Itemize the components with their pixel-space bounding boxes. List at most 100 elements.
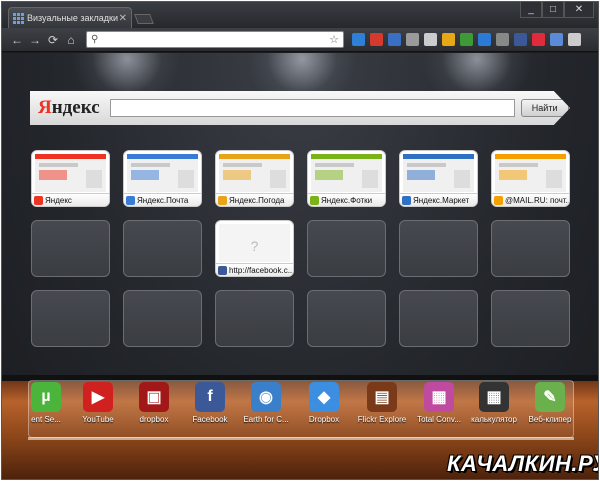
bookmark-tile[interactable]: Яндекс.Погода bbox=[215, 150, 294, 207]
bookmark-caption: Яндекс.Маркет bbox=[400, 193, 477, 206]
bookmark-caption: Яндекс.Погода bbox=[216, 193, 293, 206]
visual-bookmarks-page: Яндекс Найти Яндекс Яндекс.Почта Яндекс.По… bbox=[2, 53, 598, 479]
extension-4-icon[interactable] bbox=[406, 33, 419, 46]
bookmark-tile[interactable]: @MAIL.RU: почт... bbox=[491, 150, 570, 207]
calculator-icon: ▦ bbox=[479, 382, 509, 412]
extension-12-icon[interactable] bbox=[550, 33, 563, 46]
tab-visual-bookmarks[interactable]: Визуальные закладки ✕ bbox=[8, 7, 132, 28]
extension-11-icon[interactable] bbox=[532, 33, 545, 46]
yandex-logo: Яндекс bbox=[38, 97, 100, 118]
dock-app-label: YouTube bbox=[82, 415, 114, 424]
dock-app[interactable]: ▦ калькулятор bbox=[468, 382, 520, 424]
forward-button[interactable]: → bbox=[26, 33, 44, 47]
utorrent-icon: µ bbox=[31, 382, 61, 412]
yandex-search-input[interactable] bbox=[109, 99, 515, 117]
empty-bookmark-slot[interactable] bbox=[215, 290, 294, 347]
toolbar: ← → ⟳ ⌂ ⚲ ☆ bbox=[2, 28, 598, 52]
bookmark-thumbnail bbox=[311, 154, 382, 192]
empty-bookmark-slot[interactable] bbox=[31, 290, 110, 347]
evernote-icon: ✎ bbox=[535, 382, 565, 412]
bookmark-label: http://facebook.c... bbox=[229, 265, 293, 275]
watermark: КАЧАЛКИН.РУ bbox=[447, 451, 599, 476]
bookmark-thumbnail bbox=[219, 154, 290, 192]
minimize-button[interactable]: _ bbox=[520, 2, 542, 18]
browser-window: Визуальные закладки ✕ _ □ ✕ ← → ⟳ ⌂ ⚲ ☆ … bbox=[1, 1, 599, 480]
empty-bookmark-slot[interactable] bbox=[399, 220, 478, 277]
site-favicon-icon bbox=[494, 195, 503, 205]
extension-8-icon[interactable] bbox=[478, 33, 491, 46]
bookmark-tile[interactable]: ? http://facebook.c... bbox=[215, 220, 294, 277]
address-bar[interactable]: ⚲ ☆ bbox=[86, 31, 344, 48]
extension-3-icon[interactable] bbox=[388, 33, 401, 46]
bookmark-caption: Яндекс.Фотки bbox=[308, 193, 385, 206]
dock-app[interactable]: ◉ Earth for C... bbox=[240, 382, 292, 424]
home-button[interactable]: ⌂ bbox=[62, 33, 80, 47]
dock-app[interactable]: µ ent Se... bbox=[20, 382, 72, 424]
close-window-button[interactable]: ✕ bbox=[564, 2, 594, 18]
dock-app[interactable]: ▶ YouTube bbox=[72, 382, 124, 424]
dock-app-label: калькулятор bbox=[471, 415, 517, 424]
tab-title: Визуальные закладки bbox=[27, 13, 118, 23]
dock-app-label: Total Conv... bbox=[417, 415, 461, 424]
bookmark-star-icon[interactable]: ☆ bbox=[329, 33, 339, 46]
empty-bookmark-slot[interactable] bbox=[491, 290, 570, 347]
empty-bookmark-slot[interactable] bbox=[307, 220, 386, 277]
bookmark-caption: Яндекс bbox=[32, 193, 109, 206]
extension-5-icon[interactable] bbox=[424, 33, 437, 46]
bookmark-caption: http://facebook.c... bbox=[216, 263, 293, 276]
reload-button[interactable]: ⟳ bbox=[44, 33, 62, 47]
bookmark-thumbnail bbox=[35, 154, 106, 192]
dropbox-icon: ◆ bbox=[309, 382, 339, 412]
bookmark-thumbnail bbox=[495, 154, 566, 192]
empty-bookmark-slot[interactable] bbox=[307, 290, 386, 347]
dock-app[interactable]: ▣ dropbox bbox=[128, 382, 180, 424]
question-mark-icon: ? bbox=[250, 238, 259, 254]
bookmark-tile[interactable]: Яндекс.Почта bbox=[123, 150, 202, 207]
bookmark-tile[interactable]: Яндекс.Фотки bbox=[307, 150, 386, 207]
dock-app-label: Flickr Explore bbox=[357, 415, 407, 424]
dock-app-label: Dropbox bbox=[308, 415, 340, 424]
empty-bookmark-slot[interactable] bbox=[123, 220, 202, 277]
tab-close-icon[interactable]: ✕ bbox=[119, 13, 127, 24]
dock-app[interactable]: ✎ Веб-клипер bbox=[524, 382, 576, 424]
dock-app-label: dropbox bbox=[139, 415, 169, 424]
extension-7-icon[interactable] bbox=[460, 33, 473, 46]
address-input[interactable] bbox=[98, 34, 330, 45]
empty-bookmark-slot[interactable] bbox=[399, 290, 478, 347]
empty-bookmark-slot[interactable] bbox=[123, 290, 202, 347]
site-favicon-icon bbox=[310, 195, 319, 205]
extension-1-icon[interactable] bbox=[352, 33, 365, 46]
bookmark-tile[interactable]: Яндекс.Маркет bbox=[399, 150, 478, 207]
dock-app-label: ent Se... bbox=[31, 415, 61, 424]
extension-10-icon[interactable] bbox=[514, 33, 527, 46]
dock-app[interactable]: ▦ Total Conv... bbox=[413, 382, 465, 424]
bookmark-label: Яндекс.Погода bbox=[229, 195, 285, 205]
maximize-button[interactable]: □ bbox=[542, 2, 564, 18]
bookmark-label: Яндекс.Маркет bbox=[413, 195, 470, 205]
youtube-icon: ▶ bbox=[83, 382, 113, 412]
extension-2-icon[interactable] bbox=[370, 33, 383, 46]
site-favicon-icon bbox=[218, 265, 227, 275]
dock-app[interactable]: ▤ Flickr Explore bbox=[356, 382, 408, 424]
dropbox-red-icon: ▣ bbox=[139, 382, 169, 412]
empty-bookmark-slot[interactable] bbox=[491, 220, 570, 277]
grid-icon bbox=[13, 13, 24, 24]
extension-6-icon[interactable] bbox=[442, 33, 455, 46]
new-tab-button[interactable] bbox=[134, 14, 154, 24]
yandex-search-button[interactable]: Найти bbox=[520, 99, 569, 117]
dock-app-label: Веб-клипер bbox=[528, 415, 572, 424]
empty-bookmark-slot[interactable] bbox=[31, 220, 110, 277]
bookmark-tile[interactable]: Яндекс bbox=[31, 150, 110, 207]
back-button[interactable]: ← bbox=[8, 33, 26, 47]
bookmark-label: Яндекс.Почта bbox=[137, 195, 189, 205]
app-list: µ ent Se... ▶ YouTube ▣ dropbox f Facebook ◉ Eart… bbox=[28, 382, 574, 432]
bookmark-caption: @MAIL.RU: почт... bbox=[492, 193, 569, 206]
bookmark-thumbnail bbox=[403, 154, 474, 192]
wrench-icon[interactable] bbox=[568, 33, 581, 46]
dock-app[interactable]: ◆ Dropbox bbox=[298, 382, 350, 424]
yandex-search-bar: Яндекс Найти bbox=[30, 91, 570, 125]
total-converter-icon: ▦ bbox=[424, 382, 454, 412]
dock-app[interactable]: f Facebook bbox=[184, 382, 236, 424]
extension-9-icon[interactable] bbox=[496, 33, 509, 46]
flickr-icon: ▤ bbox=[367, 382, 397, 412]
